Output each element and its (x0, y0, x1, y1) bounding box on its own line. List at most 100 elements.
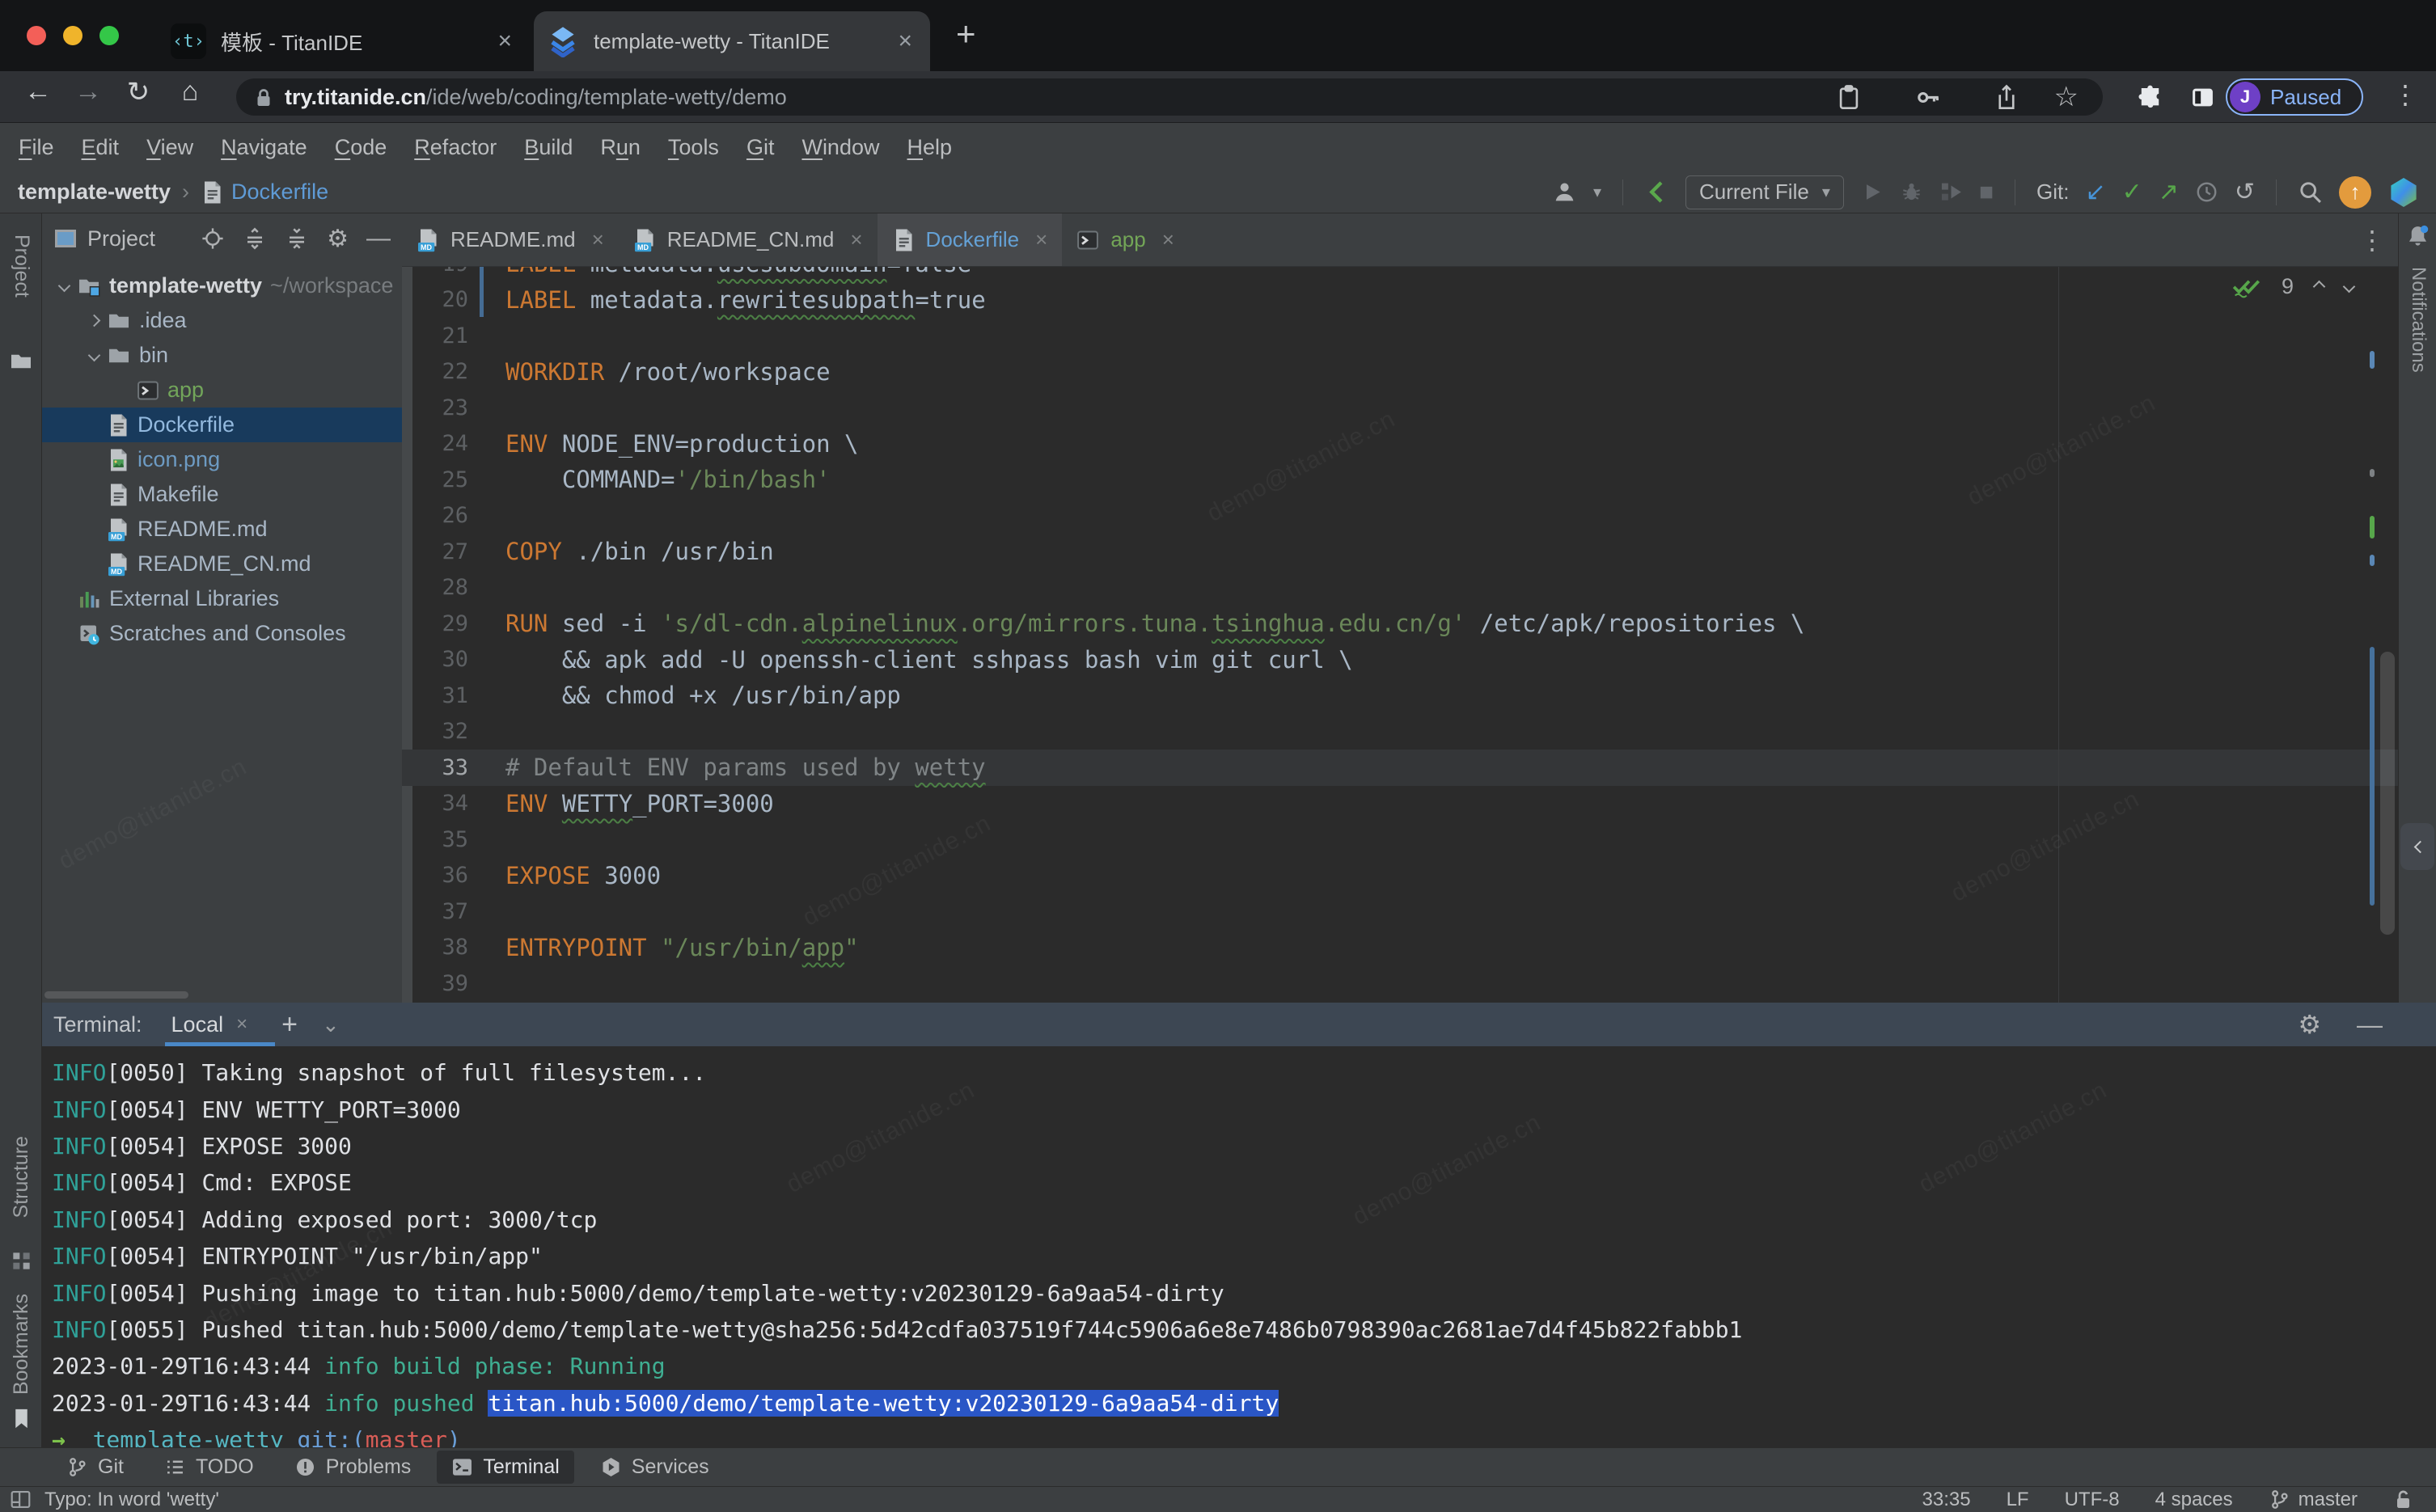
user-icon[interactable] (1552, 179, 1577, 205)
menu-build[interactable]: Build (510, 135, 586, 160)
terminal-settings-gear-icon[interactable]: ⚙ (2298, 1009, 2321, 1040)
toolwindow-git[interactable]: Git (52, 1451, 138, 1484)
tab-close-icon[interactable]: × (592, 227, 604, 252)
browser-tab-template[interactable]: ‹t› 模板 - TitanIDE × (158, 11, 530, 71)
code-line-29[interactable]: 29RUN sed -i 's/dl-cdn.alpinelinux.org/m… (402, 606, 2398, 642)
tree-chevron[interactable] (51, 281, 77, 290)
next-problem-icon[interactable] (2343, 280, 2356, 293)
new-terminal-button[interactable]: + (281, 1009, 298, 1041)
editor-scrollbar[interactable] (2380, 652, 2395, 935)
notifications-bell-icon[interactable] (2405, 223, 2430, 250)
toolwindow-terminal[interactable]: Terminal (437, 1451, 573, 1484)
tool-strip-notifications[interactable]: Notifications (2407, 267, 2430, 373)
project-panel-title[interactable]: Project (55, 226, 155, 251)
tree-chevron[interactable] (81, 351, 107, 360)
horizontal-scrollbar[interactable] (44, 991, 188, 999)
git-update-icon[interactable]: ↙ (2085, 180, 2105, 205)
editor-body[interactable]: 19LABEL metadata.usesubdomain=false20LAB… (402, 267, 2398, 1003)
menu-view[interactable]: View (133, 135, 207, 160)
new-tab-button[interactable]: + (956, 15, 976, 53)
search-everywhere-icon[interactable] (2298, 179, 2323, 205)
code-line-33[interactable]: 33# Default ENV params used by wetty (402, 750, 2398, 786)
back-button[interactable]: ← (18, 76, 58, 108)
prev-problem-icon[interactable] (2313, 280, 2326, 293)
tree-item-external-libraries[interactable]: External Libraries (42, 581, 402, 616)
tree-chevron[interactable] (81, 316, 107, 325)
tab-close-icon[interactable]: × (497, 27, 512, 55)
tool-strip-bookmarks[interactable]: Bookmarks (10, 1294, 33, 1395)
hide-panel-icon[interactable]: — (366, 225, 391, 252)
reload-button[interactable]: ↻ (118, 76, 159, 108)
editor-tab-readme-cn-md[interactable]: MDREADME_CN.md× (619, 213, 878, 266)
bookmarks-icon[interactable] (11, 1407, 32, 1430)
macos-minimize-button[interactable] (63, 26, 82, 45)
git-branch-widget[interactable]: master (2269, 1489, 2358, 1511)
editor-tab-app[interactable]: app× (1062, 213, 1189, 266)
menu-code[interactable]: Code (321, 135, 401, 160)
run-coverage-button[interactable] (1939, 180, 1963, 204)
debug-button[interactable] (1900, 180, 1923, 204)
code-line-32[interactable]: 32 (402, 714, 2398, 750)
tree-item-app[interactable]: app (42, 373, 402, 408)
caret-position[interactable]: 33:35 (1922, 1489, 1971, 1511)
git-push-icon[interactable]: ↗ (2159, 180, 2179, 205)
tree-item-template-wetty[interactable]: template-wetty ~/workspace (42, 268, 402, 303)
menu-refactor[interactable]: Refactor (400, 135, 510, 160)
tab-close-icon[interactable]: × (1162, 227, 1174, 252)
tree-item-readme-md[interactable]: MDREADME.md (42, 512, 402, 547)
upgrade-icon[interactable]: ↑ (2339, 176, 2371, 209)
terminal-tab-local[interactable]: Local × (165, 1003, 255, 1046)
structure-icon[interactable] (10, 1249, 33, 1273)
toolwindow-todo[interactable]: TODO (150, 1451, 269, 1484)
tab-close-icon[interactable]: × (850, 227, 862, 252)
history-clock-icon[interactable] (2195, 180, 2218, 204)
forward-button[interactable]: → (68, 76, 108, 108)
code-line-30[interactable]: 30 && apk add -U openssh-client sshpass … (402, 642, 2398, 678)
gear-icon[interactable]: ⚙ (327, 225, 349, 253)
browser-tab-template-wetty[interactable]: template-wetty - TitanIDE × (534, 11, 930, 71)
code-line-27[interactable]: 27COPY ./bin /usr/bin (402, 534, 2398, 570)
menu-help[interactable]: Help (893, 135, 966, 160)
code-line-39[interactable]: 39 (402, 965, 2398, 1002)
breadcrumb-file[interactable]: Dockerfile (231, 179, 328, 205)
code-line-35[interactable]: 35 (402, 821, 2398, 858)
project-folder-icon[interactable] (9, 349, 33, 374)
share-icon[interactable] (1994, 84, 2019, 111)
layout-icon[interactable] (10, 1489, 32, 1510)
address-bar[interactable]: try.titanide.cn /ide/web/coding/template… (236, 78, 2103, 116)
tree-item-icon-png[interactable]: icon.png (42, 442, 402, 477)
editor-tab-dockerfile[interactable]: Dockerfile× (878, 213, 1063, 266)
breadcrumb-project[interactable]: template-wetty (18, 179, 171, 205)
tree-item-dockerfile[interactable]: Dockerfile (42, 408, 402, 442)
collapse-all-icon[interactable] (285, 226, 309, 251)
terminal-tab-close-icon[interactable]: × (236, 1013, 247, 1036)
code-line-22[interactable]: 22WORKDIR /root/workspace (402, 354, 2398, 391)
run-configuration-select[interactable]: Current File ▾ (1685, 175, 1844, 209)
rollback-icon[interactable]: ↺ (2235, 180, 2255, 205)
tab-close-icon[interactable]: × (898, 27, 912, 55)
profile-button[interactable]: J Paused (2226, 78, 2363, 116)
code-line-19[interactable]: 19LABEL metadata.usesubdomain=false (402, 267, 2398, 282)
code-line-38[interactable]: 38ENTRYPOINT "/usr/bin/app" (402, 930, 2398, 966)
extensions-icon[interactable] (2137, 84, 2163, 111)
macos-zoom-button[interactable] (99, 26, 119, 45)
file-encoding[interactable]: UTF-8 (2065, 1489, 2120, 1511)
home-button[interactable]: ⌂ (170, 76, 210, 108)
browser-menu-icon[interactable]: ⋮ (2392, 79, 2418, 110)
code-line-31[interactable]: 31 && chmod +x /usr/bin/app (402, 678, 2398, 714)
tool-strip-structure[interactable]: Structure (10, 1136, 33, 1218)
code-line-34[interactable]: 34ENV WETTY_PORT=3000 (402, 786, 2398, 822)
select-opened-file-icon[interactable] (201, 226, 225, 251)
tab-close-icon[interactable]: × (1035, 227, 1047, 252)
code-line-24[interactable]: 24ENV NODE_ENV=production \ (402, 426, 2398, 462)
menu-file[interactable]: File (5, 135, 68, 160)
terminal-dropdown-icon[interactable]: ⌄ (322, 1012, 340, 1037)
menu-run[interactable]: Run (586, 135, 654, 160)
macos-close-button[interactable] (27, 26, 46, 45)
terminal-minimize-icon[interactable]: — (2357, 1010, 2383, 1040)
hidden-tabs-icon[interactable]: ⋮ (2359, 225, 2385, 256)
menu-git[interactable]: Git (733, 135, 789, 160)
code-line-20[interactable]: 20LABEL metadata.rewritesubpath=true (402, 282, 2398, 319)
line-separator[interactable]: LF (2007, 1489, 2029, 1511)
tree-item-scratches-and-consoles[interactable]: Scratches and Consoles (42, 616, 402, 651)
